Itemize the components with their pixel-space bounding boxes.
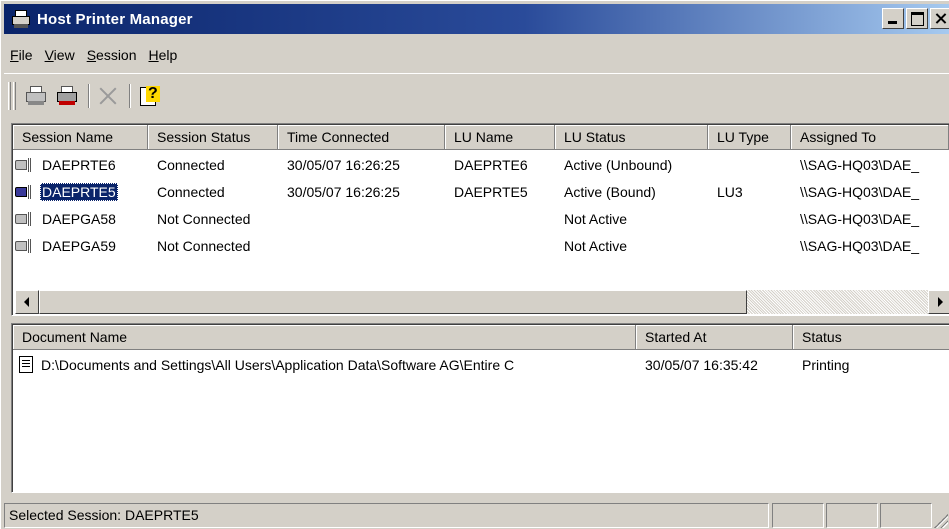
menu-bar: File View Session Help: [4, 43, 183, 67]
resize-grip-icon[interactable]: [934, 514, 948, 528]
help-icon[interactable]: ?: [137, 84, 161, 108]
col-lu-type[interactable]: LU Type: [708, 125, 791, 150]
table-row[interactable]: DAEPGA58 Not Connected Not Active \\SAG-…: [13, 205, 941, 232]
documents-list[interactable]: Document Name Started At Status D:\Docum…: [11, 323, 949, 493]
document-icon: [19, 356, 33, 373]
col-status[interactable]: Status: [793, 325, 949, 350]
sessions-list[interactable]: Session Name Session Status Time Connect…: [11, 123, 949, 316]
printer-session-icon: [15, 155, 39, 175]
window-controls: [882, 8, 949, 29]
table-row[interactable]: DAEPGA59 Not Connected Not Active \\SAG-…: [13, 232, 941, 259]
scroll-left-button[interactable]: [15, 290, 39, 314]
title-bar[interactable]: Host Printer Manager: [4, 4, 949, 34]
printer-session-icon: [15, 236, 39, 256]
close-button[interactable]: [930, 8, 949, 29]
menu-help[interactable]: Help: [143, 47, 184, 63]
col-lu-name[interactable]: LU Name: [445, 125, 555, 150]
printer-connect-icon[interactable]: [55, 84, 79, 108]
window-title: Host Printer Manager: [37, 10, 193, 28]
col-document-name[interactable]: Document Name: [13, 325, 636, 350]
sessions-header: Session Name Session Status Time Connect…: [13, 125, 949, 150]
printer-session-icon: [15, 182, 39, 202]
col-session-status[interactable]: Session Status: [148, 125, 278, 150]
toolbar-grip[interactable]: [8, 82, 11, 110]
col-time-connected[interactable]: Time Connected: [278, 125, 445, 150]
maximize-button[interactable]: [906, 8, 928, 29]
scrollbar-thumb[interactable]: [39, 290, 747, 314]
toolbar-separator: [129, 84, 131, 108]
status-pane: [826, 503, 878, 528]
toolbar-grip-2: [13, 82, 16, 110]
documents-header: Document Name Started At Status: [13, 325, 949, 350]
printer-app-icon: [11, 9, 31, 29]
status-pane: [772, 503, 824, 528]
col-started-at[interactable]: Started At: [636, 325, 793, 350]
menu-view[interactable]: View: [39, 47, 81, 63]
menu-file[interactable]: File: [4, 47, 39, 63]
table-row-selected[interactable]: DAEPRTE5 Connected 30/05/07 16:26:25 DAE…: [13, 178, 941, 205]
toolbar-separator: [88, 84, 90, 108]
col-assigned-to[interactable]: Assigned To: [791, 125, 949, 150]
col-session-name[interactable]: Session Name: [13, 125, 148, 150]
table-row[interactable]: DAEPRTE6 Connected 30/05/07 16:26:25 DAE…: [13, 151, 941, 178]
printer-session-icon: [15, 209, 39, 229]
horizontal-scrollbar[interactable]: [15, 290, 949, 314]
delete-icon[interactable]: [96, 84, 120, 108]
status-text: Selected Session: DAEPRTE5: [4, 503, 769, 528]
minimize-button[interactable]: [882, 8, 904, 29]
scroll-right-button[interactable]: [928, 290, 949, 314]
menu-session[interactable]: Session: [81, 47, 143, 63]
printer-disabled-icon[interactable]: [24, 84, 48, 108]
status-bar: Selected Session: DAEPRTE5: [1, 501, 949, 529]
status-pane: [880, 503, 932, 528]
table-row[interactable]: D:\Documents and Settings\All Users\Appl…: [13, 351, 943, 378]
toolbar: ?: [4, 73, 949, 117]
host-printer-manager-window: Host Printer Manager File View Session H…: [0, 0, 949, 529]
col-lu-status[interactable]: LU Status: [555, 125, 708, 150]
